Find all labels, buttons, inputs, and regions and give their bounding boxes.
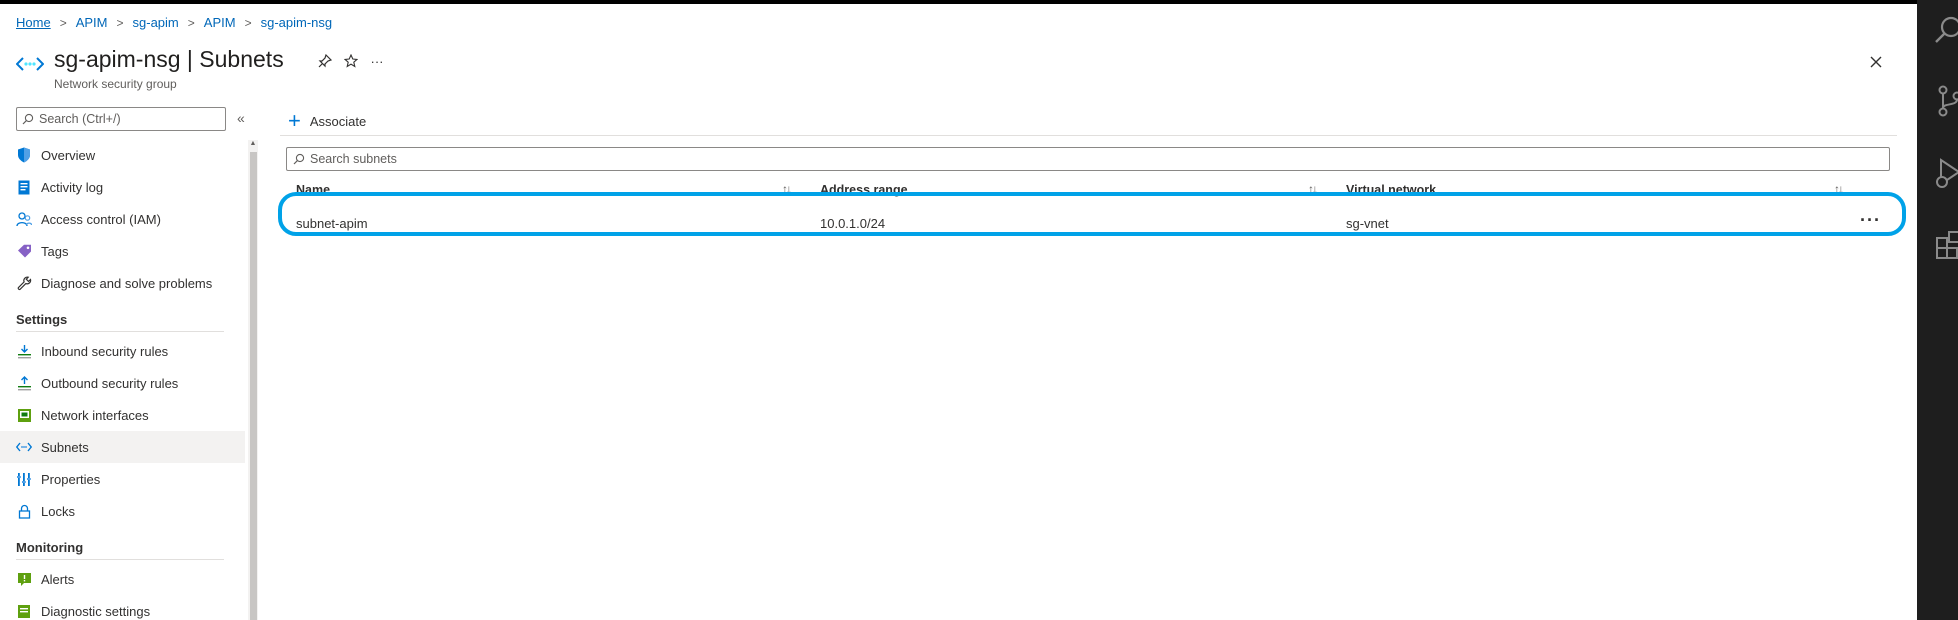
menu-section-settings: Settings bbox=[16, 312, 68, 327]
chevron-right-icon: > bbox=[244, 15, 252, 30]
menu-scrollbar-thumb[interactable] bbox=[250, 152, 257, 620]
associate-label: Associate bbox=[309, 113, 367, 129]
menu-item-label: Diagnose and solve problems bbox=[41, 275, 213, 291]
breadcrumb: Home > APIM > sg-apim > APIM > sg-apim-n… bbox=[16, 15, 332, 30]
subnets-content: + Associate Search subnets Name ↑↓ Addre… bbox=[280, 104, 1900, 620]
blade-header: sg-apim-nsg | Subnets Network security g… bbox=[15, 44, 1896, 94]
menu-item-access-control[interactable]: Access control (IAM) bbox=[0, 203, 245, 235]
menu-item-subnets[interactable]: Subnets bbox=[0, 431, 245, 463]
resource-menu: Search (Ctrl+/) « ▲ Overview Activity lo… bbox=[0, 104, 260, 620]
menu-item-label: Outbound security rules bbox=[41, 375, 179, 391]
chevron-right-icon: > bbox=[187, 15, 195, 30]
collapse-menu-icon[interactable]: « bbox=[237, 110, 253, 126]
page-subtitle: Network security group bbox=[54, 77, 177, 91]
menu-item-network-interfaces[interactable]: Network interfaces bbox=[0, 399, 245, 431]
subnet-search-input[interactable]: Search subnets bbox=[286, 147, 1890, 171]
menu-search-placeholder: Search (Ctrl+/) bbox=[39, 112, 121, 126]
chevron-right-icon: > bbox=[59, 15, 67, 30]
inbound-icon bbox=[16, 343, 32, 359]
shield-icon bbox=[16, 147, 32, 163]
row-highlight-annotation bbox=[278, 192, 1906, 236]
extensions-icon[interactable] bbox=[1935, 228, 1958, 262]
menu-item-label: Network interfaces bbox=[41, 407, 149, 423]
menu-item-inbound-rules[interactable]: Inbound security rules bbox=[0, 335, 245, 367]
subnet-resource-icon bbox=[15, 54, 45, 74]
breadcrumb-apim[interactable]: APIM bbox=[76, 15, 108, 30]
more-actions-icon[interactable]: ··· bbox=[366, 50, 388, 72]
menu-item-label: Subnets bbox=[41, 439, 89, 455]
right-activity-rail bbox=[1917, 0, 1958, 620]
properties-icon bbox=[16, 471, 32, 487]
breadcrumb-sg-apim[interactable]: sg-apim bbox=[133, 15, 179, 30]
plus-icon: + bbox=[288, 108, 301, 133]
people-icon bbox=[16, 211, 32, 227]
menu-item-label: Activity log bbox=[41, 179, 104, 195]
menu-item-label: Alerts bbox=[41, 571, 75, 587]
menu-search-input[interactable]: Search (Ctrl+/) bbox=[16, 107, 226, 131]
tag-icon bbox=[16, 243, 32, 259]
nic-icon bbox=[16, 407, 32, 423]
associate-button[interactable]: + Associate bbox=[288, 110, 366, 132]
menu-section-monitoring: Monitoring bbox=[16, 540, 84, 555]
menu-item-diagnostic-settings[interactable]: Diagnostic settings bbox=[0, 595, 245, 620]
menu-item-label: Diagnostic settings bbox=[41, 603, 151, 619]
menu-item-alerts[interactable]: Alerts bbox=[0, 563, 245, 595]
search-icon[interactable] bbox=[1935, 14, 1958, 48]
alert-icon bbox=[16, 571, 32, 587]
search-icon bbox=[22, 113, 34, 125]
section-divider bbox=[16, 331, 224, 332]
lock-icon bbox=[16, 503, 32, 519]
close-icon[interactable] bbox=[1864, 50, 1888, 74]
menu-item-outbound-rules[interactable]: Outbound security rules bbox=[0, 367, 245, 399]
pin-icon[interactable] bbox=[314, 50, 336, 72]
menu-item-properties[interactable]: Properties bbox=[0, 463, 245, 495]
subnet-search-placeholder: Search subnets bbox=[310, 152, 397, 166]
source-control-icon[interactable] bbox=[1935, 84, 1958, 118]
menu-item-activity-log[interactable]: Activity log bbox=[0, 171, 245, 203]
menu-item-label: Properties bbox=[41, 471, 101, 487]
breadcrumb-sg-apim-nsg[interactable]: sg-apim-nsg bbox=[261, 15, 333, 30]
section-divider bbox=[16, 559, 224, 560]
breadcrumb-apim-2[interactable]: APIM bbox=[204, 15, 236, 30]
menu-item-overview[interactable]: Overview bbox=[0, 139, 245, 171]
breadcrumb-home[interactable]: Home bbox=[16, 15, 51, 30]
menu-item-label: Locks bbox=[41, 503, 75, 519]
menu-item-label: Overview bbox=[41, 147, 96, 163]
command-bar-divider bbox=[280, 135, 1897, 136]
menu-item-tags[interactable]: Tags bbox=[0, 235, 245, 267]
scroll-up-icon[interactable]: ▲ bbox=[249, 140, 257, 148]
star-icon[interactable] bbox=[340, 50, 362, 72]
menu-item-diagnose[interactable]: Diagnose and solve problems bbox=[0, 267, 245, 299]
subnet-icon bbox=[16, 439, 32, 455]
search-icon bbox=[293, 153, 305, 165]
run-debug-icon[interactable] bbox=[1935, 158, 1958, 192]
log-icon bbox=[16, 179, 32, 195]
outbound-icon bbox=[16, 375, 32, 391]
menu-list: Overview Activity log Access control (IA… bbox=[0, 139, 245, 620]
portal-blade: Home > APIM > sg-apim > APIM > sg-apim-n… bbox=[0, 4, 1917, 620]
wrench-icon bbox=[16, 275, 32, 291]
command-bar: + Associate bbox=[288, 106, 366, 136]
menu-item-label: Access control (IAM) bbox=[41, 211, 161, 227]
diagnostic-icon bbox=[16, 603, 32, 619]
menu-item-label: Inbound security rules bbox=[41, 343, 169, 359]
chevron-right-icon: > bbox=[116, 15, 124, 30]
menu-item-label: Tags bbox=[41, 243, 69, 259]
page-title: sg-apim-nsg | Subnets bbox=[54, 46, 284, 72]
menu-item-locks[interactable]: Locks bbox=[0, 495, 245, 527]
